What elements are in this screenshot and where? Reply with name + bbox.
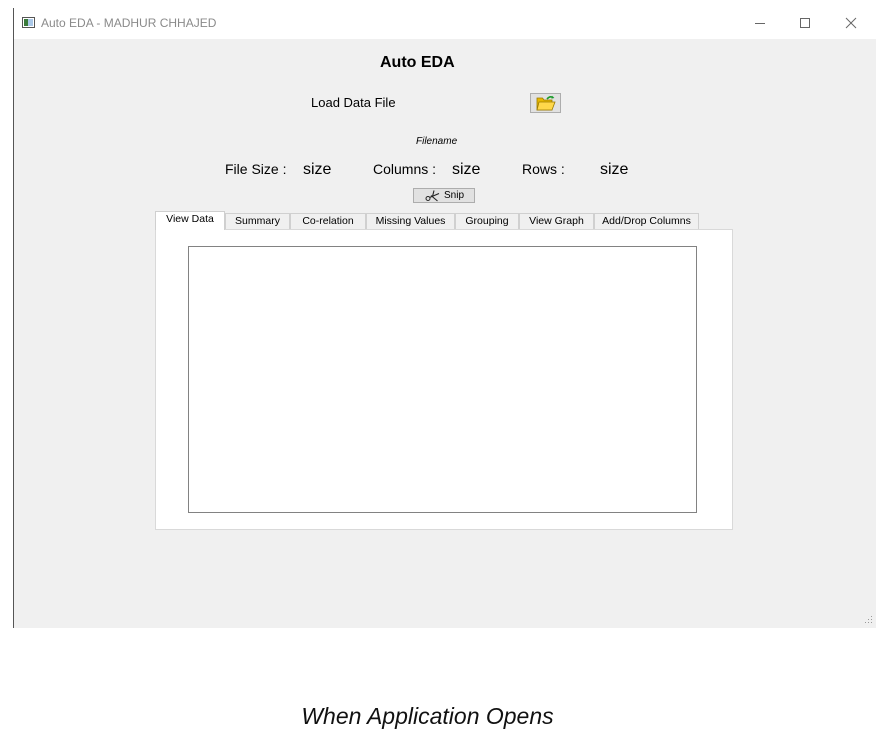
folder-open-icon: [536, 95, 556, 111]
tab-grouping[interactable]: Grouping: [455, 213, 519, 229]
page-title: Auto EDA: [380, 54, 455, 71]
file-size-value: size: [303, 161, 332, 178]
app-icon: [22, 17, 35, 28]
filename-label: Filename: [416, 136, 458, 147]
columns-label: Columns :: [373, 161, 437, 177]
close-icon: [845, 17, 857, 29]
columns-value: size: [452, 161, 481, 178]
resize-grip-icon[interactable]: [864, 615, 873, 624]
maximize-button[interactable]: [790, 12, 820, 36]
caption: When Application Opens: [301, 703, 554, 729]
tab-summary[interactable]: Summary: [225, 213, 290, 229]
minimize-icon: [755, 23, 765, 24]
snip-label: Snip: [444, 190, 465, 201]
maximize-icon: [800, 18, 810, 28]
tab-panel-view-data: [155, 229, 733, 530]
rows-label: Rows :: [522, 161, 565, 177]
scissors-icon: [425, 190, 440, 202]
minimize-button[interactable]: [745, 12, 775, 36]
window-title: Auto EDA - MADHUR CHHAJED: [41, 16, 217, 30]
data-table-view[interactable]: [188, 246, 697, 513]
tab-view-graph[interactable]: View Graph: [519, 213, 594, 229]
app-window: Auto EDA - MADHUR CHHAJED Auto EDA Load …: [13, 8, 876, 628]
close-button[interactable]: [836, 12, 866, 36]
load-file-button[interactable]: [530, 93, 561, 113]
load-data-label: Load Data File: [311, 95, 396, 110]
title-bar[interactable]: Auto EDA - MADHUR CHHAJED: [14, 8, 876, 39]
rows-value: size: [600, 161, 629, 178]
snip-button[interactable]: Snip: [413, 188, 475, 203]
tab-add-drop-columns[interactable]: Add/Drop Columns: [594, 213, 699, 229]
tab-view-data[interactable]: View Data: [155, 211, 225, 230]
file-size-label: File Size :: [225, 161, 287, 177]
tab-missing-values[interactable]: Missing Values: [366, 213, 455, 229]
tab-co-relation[interactable]: Co-relation: [290, 213, 366, 229]
